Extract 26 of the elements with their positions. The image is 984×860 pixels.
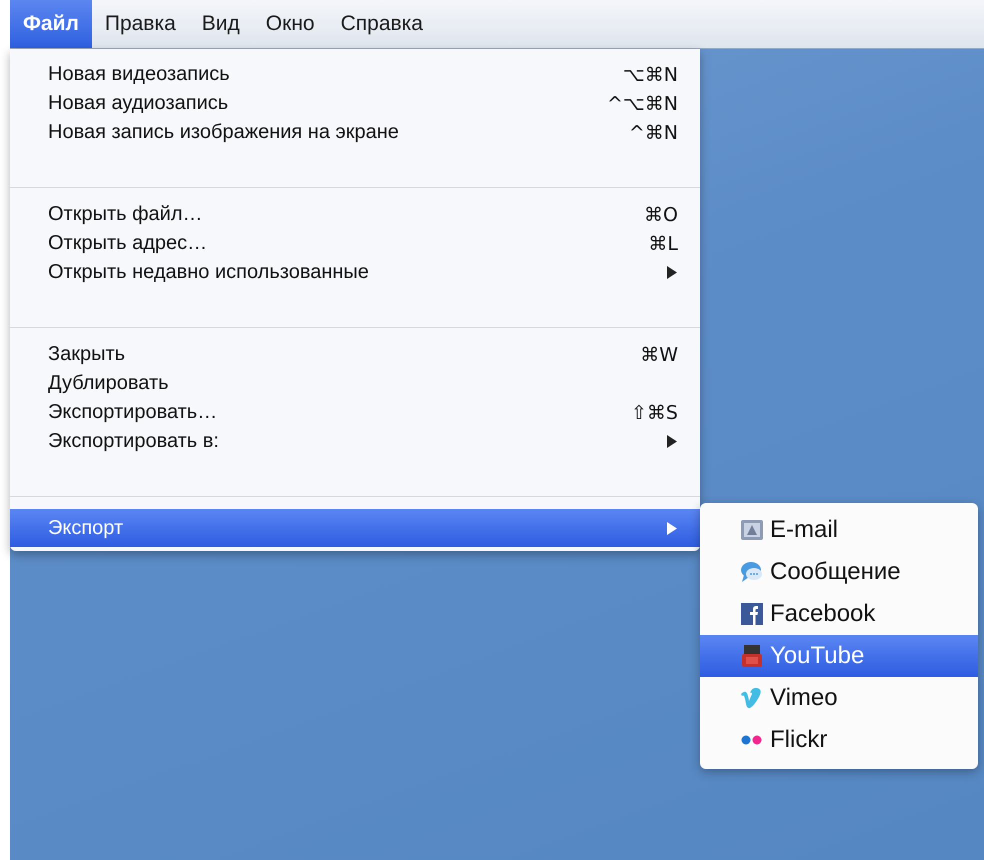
submenu-item[interactable]: E-mail — [700, 509, 978, 551]
menu-item[interactable]: Закрыть ⌘W — [10, 340, 700, 369]
menu-bar-item[interactable]: Файл — [10, 0, 92, 48]
submenu-item[interactable]: Сообщение — [700, 551, 978, 593]
stamp-icon — [740, 518, 764, 542]
menu-item[interactable]: Дублировать — [10, 369, 700, 398]
menu-item[interactable]: Открыть недавно использованные — [10, 258, 700, 287]
menu-item[interactable]: Экспортировать в: — [10, 427, 700, 456]
menu-item[interactable]: Новая запись изображения на экране ^⌘N — [10, 118, 700, 147]
menu-bar-item[interactable]: Справка — [328, 0, 436, 48]
menu-item[interactable]: Экспорт — [10, 509, 700, 547]
speech-bubble-icon — [740, 560, 764, 584]
menu-bar-item[interactable]: Окно — [252, 0, 328, 48]
menu-bar-item[interactable]: Вид — [188, 0, 253, 48]
menu-bar-item[interactable]: Правка — [92, 0, 189, 48]
menu-item[interactable]: Открыть адрес… ⌘L — [10, 229, 700, 258]
tv-icon — [740, 644, 764, 668]
submenu-item[interactable]: YouTube — [700, 635, 978, 677]
facebook-icon — [740, 602, 764, 626]
submenu-item[interactable]: Facebook — [700, 593, 978, 635]
menu-item[interactable]: Новая аудиозапись ^⌥⌘N — [10, 89, 700, 118]
menu-item[interactable]: Новая видеозапись ⌥⌘N — [10, 60, 700, 89]
submenu-item[interactable]: Vimeo — [700, 677, 978, 719]
menu-item[interactable]: Экспортировать… ⇧⌘S — [10, 398, 700, 427]
menu-item[interactable]: Открыть файл… ⌘O — [10, 200, 700, 229]
submenu-item[interactable]: Flickr — [700, 719, 978, 761]
